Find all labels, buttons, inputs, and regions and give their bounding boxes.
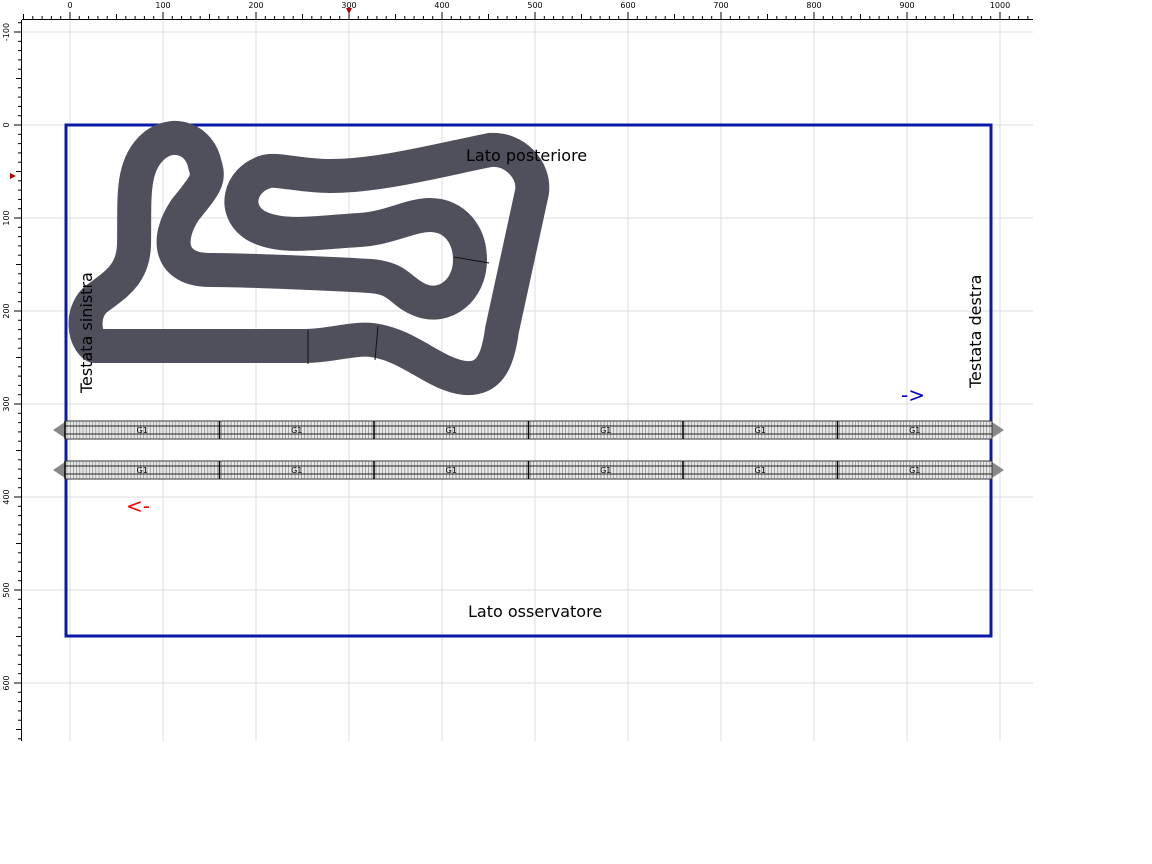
track-segment-label: G1	[291, 426, 302, 435]
track-segment-label: G1	[909, 426, 920, 435]
track-segment-label: G1	[600, 466, 611, 475]
track-segment[interactable]: G1	[64, 420, 220, 440]
track-segment[interactable]: G1	[218, 420, 375, 440]
ruler-x-tick-label: 100	[155, 1, 170, 10]
ruler-horizontal[interactable]: 0 100 200 300 400 500 600 700 800 900 1000 mm	[0, 0, 1033, 20]
road-path[interactable]	[68, 121, 550, 396]
track-segment[interactable]: G1	[373, 420, 529, 440]
rail-tracks[interactable]: G1 G1 G1 G1 G1 G1 G1 G1 G1 G1 G1 G1	[53, 420, 1004, 480]
track-segment-label: G1	[909, 466, 920, 475]
direction-left-arrow: <-	[126, 494, 150, 518]
track-end-right[interactable]	[992, 462, 1004, 478]
rail-track[interactable]: G1 G1 G1 G1 G1 G1	[53, 460, 1004, 480]
rail-track[interactable]: G1 G1 G1 G1 G1 G1	[53, 420, 1004, 440]
track-segment-label: G1	[446, 466, 457, 475]
track-segment[interactable]: G1	[64, 460, 220, 480]
ruler-x-tick-label: 0	[67, 1, 72, 10]
track-segment-label: G1	[600, 426, 611, 435]
ruler-y-tick-label: 400	[2, 489, 11, 504]
ruler-x-tick-label: 700	[713, 1, 728, 10]
ruler-x-tick-label: 900	[899, 1, 914, 10]
track-segment[interactable]: G1	[682, 420, 838, 440]
track-segment-label: G1	[137, 466, 148, 475]
track-segment[interactable]: G1	[527, 420, 684, 440]
track-segment-label: G1	[755, 466, 766, 475]
ruler-x-tick-label: 200	[248, 1, 263, 10]
track-segment-label: G1	[755, 426, 766, 435]
track-segment[interactable]: G1	[836, 420, 993, 440]
ruler-vertical[interactable]: -100 0 100 200 300 400 500 600	[0, 0, 22, 741]
ruler-y-tick-label: 600	[2, 675, 11, 690]
track-segment[interactable]: G1	[682, 460, 838, 480]
track-segment[interactable]: G1	[836, 460, 993, 480]
back-side-label: Lato posteriore	[466, 146, 587, 165]
ruler-y-tick-label: 500	[2, 582, 11, 597]
left-head-label: Testata sinistra	[77, 272, 96, 394]
right-head-label: Testata destra	[966, 275, 985, 389]
ruler-x-tick-label: 400	[434, 1, 449, 10]
track-segment[interactable]: G1	[218, 460, 375, 480]
ruler-x-tick-label: 800	[806, 1, 821, 10]
track-segment-label: G1	[291, 466, 302, 475]
track-segment[interactable]: G1	[527, 460, 684, 480]
ruler-y-tick-label: -100	[2, 23, 11, 41]
track-end-left[interactable]	[53, 422, 65, 438]
direction-right-arrow: ->	[901, 383, 925, 407]
observer-side-label: Lato osservatore	[468, 602, 602, 621]
ruler-x-tick-label: 600	[620, 1, 635, 10]
road-circuit[interactable]	[68, 121, 550, 396]
ruler-x-tick-label: 500	[527, 1, 542, 10]
ruler-y-tick-label: 100	[2, 210, 11, 225]
ruler-y-tick-label: 0	[2, 122, 11, 127]
ruler-y-tick-label: 300	[2, 396, 11, 411]
track-end-right[interactable]	[992, 422, 1004, 438]
track-segment-label: G1	[137, 426, 148, 435]
layout-canvas[interactable]: Lato posteriore Lato osservatore Testata…	[0, 0, 1033, 741]
track-segment[interactable]: G1	[373, 460, 529, 480]
track-end-left[interactable]	[53, 462, 65, 478]
ruler-y-tick-label: 200	[2, 303, 11, 318]
track-segment-label: G1	[446, 426, 457, 435]
ruler-x-tick-label: 1000	[990, 1, 1010, 10]
